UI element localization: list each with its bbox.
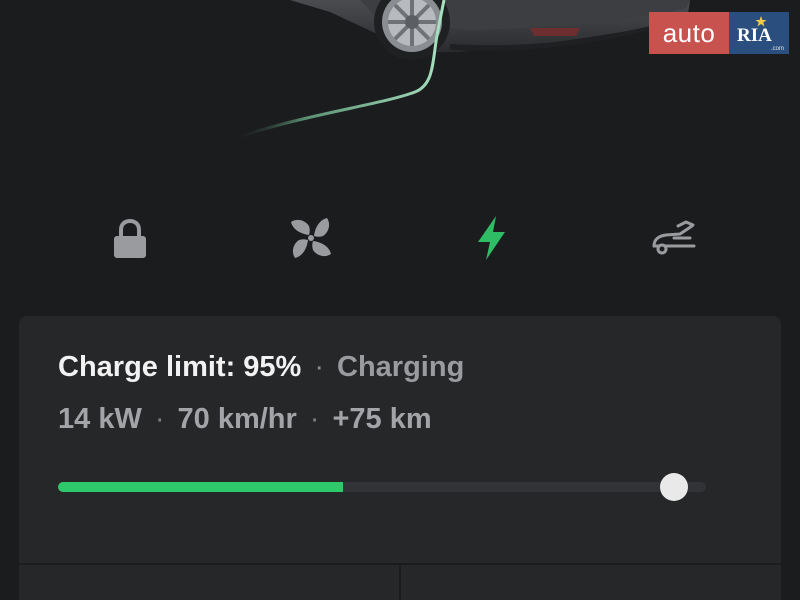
app-screen: auto RIA .com Charge limit: 95% · Chargi… [0,0,800,600]
climate-button[interactable] [281,208,341,268]
charge-rate: 70 km/hr [177,403,297,435]
watermark-ria-badge: RIA .com [729,12,789,54]
charge-limit-label[interactable]: Charge limit: 95% [58,351,301,383]
lock-button[interactable] [100,208,160,268]
ria-logo-graphic: RIA .com [737,16,784,52]
separator-dot: · [314,351,325,383]
watermark-logo: auto RIA .com [649,12,789,54]
charge-button[interactable] [461,208,521,268]
range-added: +75 km [332,403,432,435]
charge-stats: 14 kW · 70 km/hr · +75 km [58,402,432,436]
charge-summary: Charge limit: 95% · Charging [58,350,464,384]
separator-dot: · [154,403,165,435]
trunk-icon [652,220,696,255]
watermark-auto-text: auto [649,12,729,54]
charge-power: 14 kW [58,403,142,435]
charge-limit-handle[interactable] [659,473,688,501]
ria-logo-text: RIA [737,25,772,46]
trunk-button[interactable] [643,208,703,268]
charging-card: Charge limit: 95% · Charging 14 kW · 70 km/h… [19,316,781,600]
bolt-icon [478,216,505,260]
ria-logo-domain: .com [771,46,784,52]
charge-action-button-right[interactable] [401,565,781,600]
charging-status: Charging [337,351,465,383]
charge-action-button-left[interactable] [19,565,399,600]
fan-icon [291,218,331,258]
charge-level-fill [58,482,344,492]
quick-controls-bar [0,200,800,275]
separator-dot: · [309,403,320,435]
charge-level-slider-track[interactable] [58,482,706,492]
lock-icon [114,218,146,258]
